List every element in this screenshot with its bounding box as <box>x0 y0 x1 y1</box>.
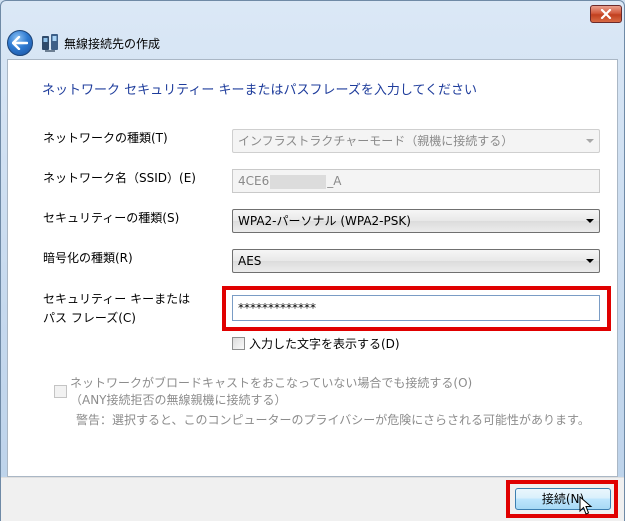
dialog-window: 無線接続先の作成 ネットワーク セキュリティー キーまたはパスフレーズを入力して… <box>0 0 625 521</box>
chevron-down-icon <box>586 139 594 143</box>
show-characters-label: 入力した文字を表示する(D) <box>249 337 400 351</box>
ssid-prefix: 4CE6 <box>238 174 270 188</box>
security-key-input[interactable]: ************* <box>232 295 600 321</box>
instruction-text: ネットワーク セキュリティー キーまたはパスフレーズを入力してください <box>42 83 478 98</box>
network-icon <box>42 34 58 52</box>
privacy-warning: 警告：選択すると、このコンピューターのプライバシーが危険にさらされる可能性があり… <box>76 413 590 427</box>
connect-button[interactable]: 接続(N) <box>515 488 611 510</box>
encryption-type-select[interactable]: AES <box>232 249 600 273</box>
broadcast-label-line1: ネットワークがブロードキャストをおこなっていない場合でも接続する(O) <box>70 376 473 390</box>
ssid-suffix: _A <box>327 174 342 188</box>
back-arrow-icon <box>12 36 28 50</box>
chevron-down-icon <box>586 219 594 223</box>
dialog-header: 無線接続先の作成 <box>1 27 624 59</box>
broadcast-checkbox[interactable] <box>54 385 67 398</box>
mouse-cursor-icon <box>579 496 593 515</box>
security-key-label-line1: セキュリティー キーまたは <box>43 292 191 306</box>
security-key-label-line2: パス フレーズ(C) <box>43 311 136 325</box>
network-type-value: インフラストラクチャーモード（親機に接続する） <box>238 134 514 148</box>
ssid-label: ネットワーク名（SSID）(E) <box>43 171 196 185</box>
security-type-value: WPA2-パーソナル (WPA2-PSK) <box>238 214 411 228</box>
show-characters-checkbox[interactable] <box>232 337 245 350</box>
dialog-content: ネットワーク セキュリティー キーまたはパスフレーズを入力してください ネットワ… <box>7 59 618 477</box>
network-type-label: ネットワークの種類(T) <box>43 131 168 145</box>
security-type-label: セキュリティーの種類(S) <box>43 211 180 225</box>
security-type-select[interactable]: WPA2-パーソナル (WPA2-PSK) <box>232 209 600 233</box>
close-icon <box>600 9 612 19</box>
encryption-type-label: 暗号化の種類(R) <box>43 251 133 265</box>
redacted-block <box>270 174 327 189</box>
encryption-type-value: AES <box>238 254 262 268</box>
back-button[interactable] <box>7 30 33 56</box>
window-title: 無線接続先の作成 <box>64 37 161 51</box>
ssid-field: 4CE6 _A <box>232 169 600 193</box>
dialog-footer: 接続(N) <box>1 477 624 521</box>
network-type-select: インフラストラクチャーモード（親機に接続する） <box>232 129 600 153</box>
security-key-value: ************* <box>238 301 316 315</box>
close-button[interactable] <box>590 5 622 23</box>
chevron-down-icon <box>586 259 594 263</box>
broadcast-label-line2: （ANY接続拒否の無線親機に接続する） <box>70 393 287 407</box>
